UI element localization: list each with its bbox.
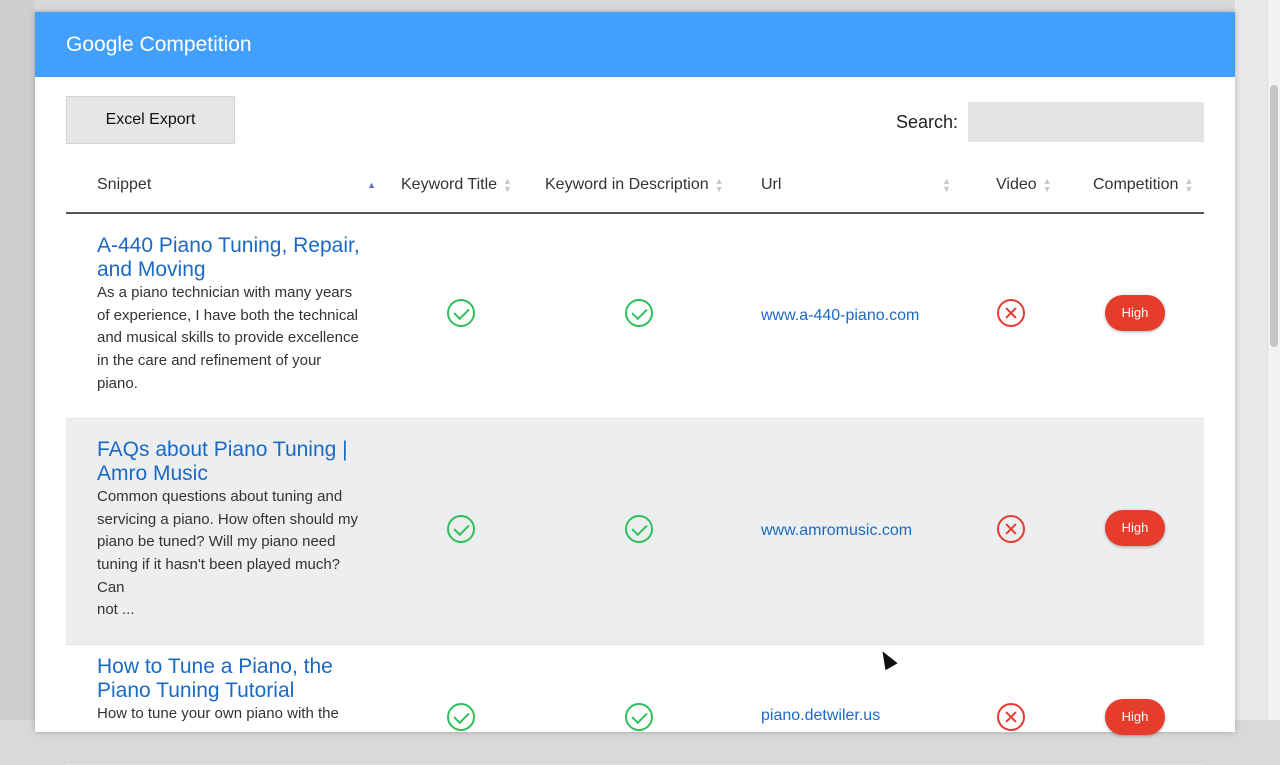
snippet-description: How to tune your own piano with the: [97, 704, 339, 722]
table-row: How to Tune a Piano, the Piano Tuning Tu…: [66, 644, 1204, 765]
check-icon: [447, 702, 475, 731]
competition-table: Snippet ▲ Keyword Title ▲ ▼ Keyword in De…: [66, 157, 1204, 765]
url-link[interactable]: www.a-440-piano.com: [741, 213, 956, 419]
column-header-competition[interactable]: Competition ▲ ▼: [1066, 157, 1204, 214]
column-header-snippet[interactable]: Snippet ▲: [66, 157, 386, 214]
cross-icon: [997, 702, 1025, 731]
scrollbar-thumb[interactable]: [1270, 85, 1278, 347]
snippet-title-link[interactable]: FAQs about Piano Tuning | Amro Music: [97, 438, 366, 486]
modal-title: Google Competition: [66, 32, 252, 56]
sort-icon: ▲ ▼: [714, 175, 724, 194]
competition-modal: Google Competition Excel Export Search: …: [35, 12, 1235, 765]
scrollbar[interactable]: [1267, 0, 1280, 720]
cross-icon: [997, 514, 1025, 543]
search-input[interactable]: [968, 102, 1204, 142]
snippet-description: Common questions about tuning and servic…: [97, 488, 358, 619]
table-row: FAQs about Piano Tuning | Amro Music Com…: [66, 418, 1204, 645]
snippet-title-link[interactable]: A-440 Piano Tuning, Repair, and Moving: [97, 234, 366, 282]
check-icon: [624, 702, 653, 731]
modal-header: Google Competition: [35, 12, 1235, 77]
table-row: A-440 Piano Tuning, Repair, and Moving A…: [66, 213, 1204, 419]
competition-badge: High: [1104, 698, 1166, 735]
check-icon: [624, 514, 653, 543]
check-icon: [447, 514, 475, 543]
check-icon: [624, 299, 653, 328]
search-label: Search:: [895, 111, 958, 132]
sort-icon: ▲ ▼: [1042, 175, 1052, 194]
snippet-title-link[interactable]: How to Tune a Piano, the Piano Tuning Tu…: [97, 655, 366, 703]
column-label: Video: [996, 175, 1037, 193]
column-header-keyword-description[interactable]: Keyword in Description ▲ ▼: [536, 157, 741, 214]
column-header-url[interactable]: Url ▲ ▼: [741, 157, 956, 214]
column-header-keyword-title[interactable]: Keyword Title ▲ ▼: [386, 157, 536, 214]
snippet-description: As a piano technician with many years of…: [97, 284, 359, 392]
excel-export-button[interactable]: Excel Export: [66, 96, 235, 144]
toolbar: Excel Export Search:: [35, 77, 1235, 157]
column-label: Snippet: [97, 175, 152, 193]
column-label: Keyword in Description: [545, 175, 709, 193]
url-link[interactable]: www.amromusic.com: [741, 418, 956, 645]
column-header-video[interactable]: Video ▲ ▼: [956, 157, 1066, 214]
column-label: Keyword Title: [401, 175, 498, 193]
competition-badge: High: [1104, 510, 1166, 546]
search-group: Search:: [896, 102, 1204, 142]
column-label: Url: [761, 175, 782, 193]
url-link[interactable]: piano.detwiler.us: [741, 644, 956, 765]
competition-badge: High: [1104, 294, 1166, 331]
sort-ascending-icon: ▲: [367, 179, 376, 190]
sort-icon: ▲ ▼: [1184, 175, 1194, 194]
check-icon: [447, 299, 475, 328]
column-label: Competition: [1093, 175, 1179, 193]
sort-icon: ▲ ▼: [503, 175, 512, 194]
cross-icon: [997, 299, 1025, 328]
sort-icon: ▲ ▼: [942, 175, 951, 194]
page-backdrop-left: [0, 0, 35, 720]
